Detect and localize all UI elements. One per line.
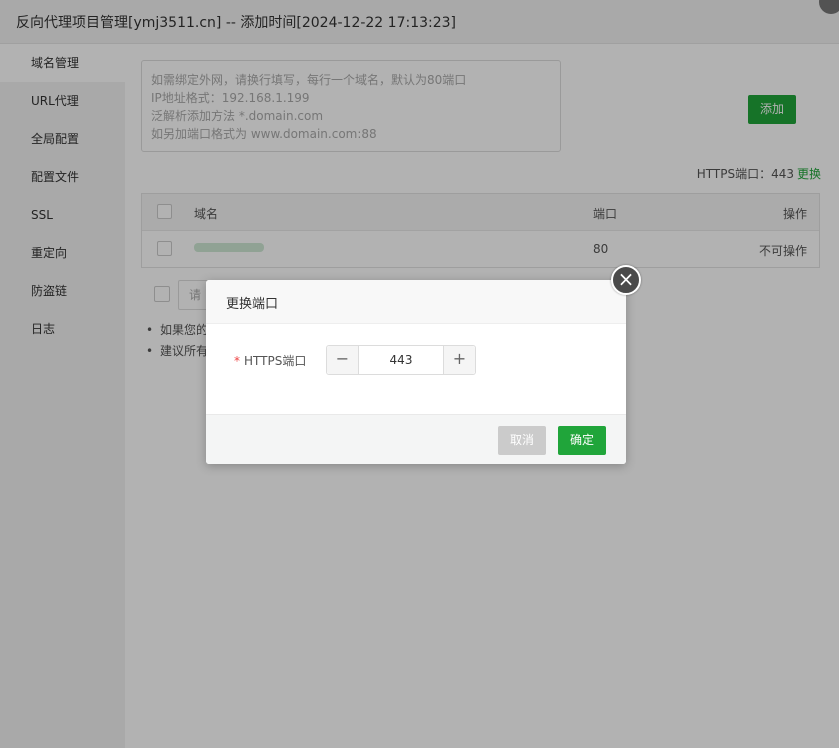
https-port-stepper: − 443 + bbox=[326, 345, 476, 375]
required-mark: * bbox=[234, 354, 240, 368]
dialog-footer: 取消 确定 bbox=[206, 414, 626, 464]
change-port-dialog: 更换端口 × * HTTPS端口 − 443 + 取消 确定 bbox=[206, 265, 641, 464]
https-port-field-label: * HTTPS端口 bbox=[234, 352, 306, 369]
cancel-button[interactable]: 取消 bbox=[498, 426, 546, 455]
increment-button[interactable]: + bbox=[443, 346, 475, 374]
confirm-button[interactable]: 确定 bbox=[558, 426, 606, 455]
field-label-text: HTTPS端口 bbox=[244, 354, 307, 368]
dialog-title: 更换端口 bbox=[226, 297, 279, 312]
https-port-input[interactable]: 443 bbox=[359, 346, 443, 374]
decrement-button[interactable]: − bbox=[327, 346, 359, 374]
dialog-header: 更换端口 bbox=[206, 280, 626, 324]
close-icon[interactable]: × bbox=[611, 265, 641, 295]
